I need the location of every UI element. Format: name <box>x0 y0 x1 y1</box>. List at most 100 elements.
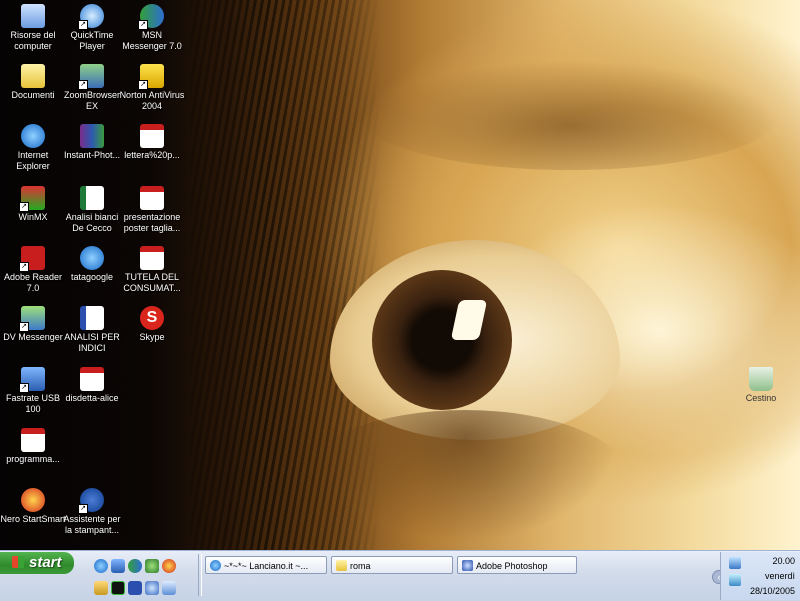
fastrate-usb-icon: ↗ <box>19 367 45 393</box>
desktop-icon-presentazione-poster[interactable]: presentazione poster taglia... <box>119 186 185 234</box>
dv-messenger-icon: ↗ <box>19 306 45 332</box>
pdf-icon <box>80 367 104 391</box>
start-label: start <box>29 554 62 571</box>
desktop-icon-label: Documenti <box>11 90 55 100</box>
desktop-icon-norton-antivirus[interactable]: ↗ Norton AntiVirus 2004 <box>119 64 185 112</box>
folder-icon <box>336 560 347 571</box>
desktop-icon-label: Risorse del computer <box>10 30 56 51</box>
desktop-icon-risorse-del-computer[interactable]: Risorse del computer <box>0 4 66 52</box>
my-computer-icon <box>21 4 45 28</box>
desktop-icon-analisi-bianci[interactable]: Analisi bianci De Cecco <box>59 186 125 234</box>
desktop-icon-label: Internet Explorer <box>16 150 50 171</box>
desktop-icon-adobe-reader[interactable]: ↗ Adobe Reader 7.0 <box>0 246 66 294</box>
clock-day: venerdì <box>764 571 795 581</box>
desktop-icon-label: Instant-Phot... <box>63 150 121 160</box>
desktop-icon-label: TUTELA DEL CONSUMAT... <box>123 272 181 293</box>
desktop-icon-instant-photo[interactable]: Instant-Phot... <box>59 124 125 161</box>
taskbar-button-label: ~*~*~ Lanciano.it ~... <box>224 561 309 571</box>
desktop-icon-documenti[interactable]: Documenti <box>0 64 66 101</box>
skype-icon: S <box>140 306 164 330</box>
desktop-icon-label: lettera%20p... <box>124 150 180 160</box>
desktop-icon-nero-startsmart[interactable]: Nero StartSmart <box>0 488 66 525</box>
desktop-icon-label: Cestino <box>745 393 777 403</box>
desktop-icon-label: Norton AntiVirus 2004 <box>119 90 185 111</box>
internet-explorer-icon[interactable] <box>94 559 108 573</box>
desktop-icon-label: presentazione poster taglia... <box>123 212 181 233</box>
desktop-icon-label: Nero StartSmart <box>0 514 66 524</box>
adobe-reader-icon: ↗ <box>19 246 45 272</box>
desktop-icon-fastrate-usb[interactable]: ↗ Fastrate USB 100 <box>0 367 66 415</box>
desktop-icon-zoombrowser[interactable]: ↗ ZoomBrowser EX <box>59 64 125 112</box>
taskbar-button-label: Adobe Photoshop <box>476 561 548 571</box>
internet-explorer-icon <box>80 246 104 270</box>
quicklaunch-separator <box>198 554 202 596</box>
internet-explorer-icon <box>210 560 221 571</box>
show-desktop-icon[interactable] <box>111 559 125 573</box>
excel-icon <box>80 186 104 210</box>
system-tray: 20.00 venerdì 28/10/2005 <box>720 552 800 600</box>
taskbar-button-roma[interactable]: roma <box>331 556 453 574</box>
desktop-icon-label: disdetta-alice <box>65 393 119 403</box>
wallpaper-iris <box>372 270 512 410</box>
desktop-icon-internet-explorer[interactable]: Internet Explorer <box>0 124 66 172</box>
taskbar-button-lanciano[interactable]: ~*~*~ Lanciano.it ~... <box>205 556 327 574</box>
quicktime-icon: ↗ <box>78 4 104 30</box>
recycle-bin-icon <box>749 367 773 391</box>
desktop-icon-label: QuickTime Player <box>70 30 114 51</box>
wallpaper-brow <box>360 60 780 170</box>
clock-time[interactable]: 20.00 <box>721 556 800 566</box>
pdf-icon <box>140 186 164 210</box>
outlook-icon[interactable] <box>145 581 159 595</box>
desktop-icon-skype[interactable]: S Skype <box>119 306 185 343</box>
desktop-icon-quicktime[interactable]: ↗ QuickTime Player <box>59 4 125 52</box>
search-icon[interactable] <box>162 581 176 595</box>
taskbar-button-label: roma <box>350 561 371 571</box>
desktop-icon-label: DV Messenger <box>3 332 63 342</box>
pdf-icon <box>140 124 164 148</box>
desktop-icon-lettera[interactable]: lettera%20p... <box>119 124 185 161</box>
winrar-icon <box>80 124 104 148</box>
word-icon[interactable] <box>128 581 142 595</box>
desktop-icon-tatagoogle[interactable]: tatagoogle <box>59 246 125 283</box>
desktop-icon-assistente-stampante[interactable]: ↗ Assistente per la stampant... <box>59 488 125 536</box>
desktop-icon-label: tatagoogle <box>70 272 114 282</box>
desktop-icon-tutela-del-consumatore[interactable]: TUTELA DEL CONSUMAT... <box>119 246 185 294</box>
desktop-icon-label: WinMX <box>18 212 48 222</box>
hp-icon: ↗ <box>78 488 104 514</box>
clock-date: 28/10/2005 <box>749 586 795 596</box>
start-button[interactable]: start <box>0 552 74 574</box>
desktop-icon-msn-messenger[interactable]: ↗ MSN Messenger 7.0 <box>119 4 185 52</box>
nero-icon[interactable] <box>162 559 176 573</box>
windows-flag-icon <box>12 556 24 568</box>
tools-icon[interactable] <box>94 581 108 595</box>
desktop-icon-winmx[interactable]: ↗ WinMX <box>0 186 66 223</box>
desktop-icon-disdetta-alice[interactable]: disdetta-alice <box>59 367 125 404</box>
desktop-icon-label: ZoomBrowser EX <box>63 90 120 111</box>
desktop-icon-label: MSN Messenger 7.0 <box>122 30 182 51</box>
zoombrowser-icon: ↗ <box>78 64 104 90</box>
word-icon <box>80 306 104 330</box>
taskbar-button-adobe-photoshop[interactable]: Adobe Photoshop <box>457 556 577 574</box>
msn-icon: ↗ <box>138 4 164 30</box>
wallpaper-lower-lid <box>300 410 630 550</box>
desktop-icon-analisi-per-indici[interactable]: ANALISI PER INDICI <box>59 306 125 354</box>
pdf-icon <box>140 246 164 270</box>
desktop-icon-label: Analisi bianci De Cecco <box>65 212 119 233</box>
documents-folder-icon <box>21 64 45 88</box>
desktop-icon-label: Adobe Reader 7.0 <box>3 272 63 293</box>
norton-icon: ↗ <box>138 64 164 90</box>
internet-explorer-icon <box>21 124 45 148</box>
desktop-icon-label: Fastrate USB 100 <box>5 393 61 414</box>
desktop-icon-dv-messenger[interactable]: ↗ DV Messenger <box>0 306 66 343</box>
messenger-icon[interactable] <box>145 559 159 573</box>
desktop-icon-programma[interactable]: programma... <box>0 428 66 465</box>
winmx-icon: ↗ <box>19 186 45 212</box>
photoshop-icon <box>462 560 473 571</box>
desktop-icon-label: ANALISI PER INDICI <box>64 332 120 353</box>
msn-icon[interactable] <box>128 559 142 573</box>
desktop-icon-cestino[interactable]: Cestino <box>728 367 794 404</box>
winmx-icon[interactable] <box>111 581 125 595</box>
desktop-icon-label: Assistente per la stampant... <box>63 514 121 535</box>
desktop-icon-label: Skype <box>139 332 165 342</box>
nero-icon <box>21 488 45 512</box>
